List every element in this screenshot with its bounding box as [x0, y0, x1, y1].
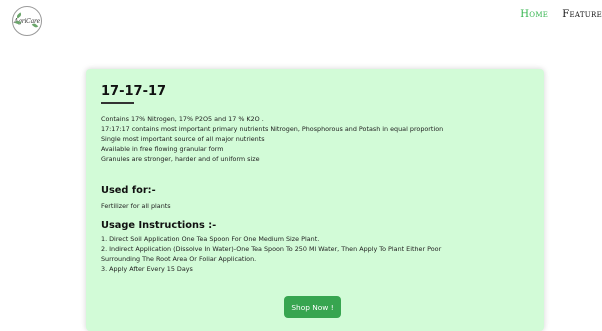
- nav-home-link[interactable]: Home: [520, 9, 548, 20]
- product-description: Contains 17% Nitrogen, 17% P2O5 and 17 %…: [101, 114, 531, 164]
- usage-instructions-heading: Usage Instructions :-: [101, 220, 217, 231]
- description-line: 17:17:17 contains most important primary…: [101, 125, 444, 133]
- main-nav: Home Feature: [506, 9, 602, 20]
- usage-line: 3. Apply After Every 15 Days: [101, 265, 193, 273]
- description-line: Single most important source of all majo…: [101, 135, 265, 143]
- usage-line: 2. Indirect Application (Dissolve In Wat…: [101, 245, 442, 253]
- product-details: 17-17-17 Contains 17% Nitrogen, 17% P2O5…: [101, 84, 531, 274]
- used-for-heading: Used for:-: [101, 185, 156, 196]
- title-underline: [101, 102, 134, 104]
- description-line: Contains 17% Nitrogen, 17% P2O5 and 17 %…: [101, 115, 264, 123]
- product-title: 17-17-17: [101, 84, 167, 99]
- nav-feature-link[interactable]: Feature: [562, 9, 602, 20]
- usage-line: 1. Direct Soil Application One Tea Spoon…: [101, 235, 320, 243]
- usage-line: Surrounding The Root Area Or Foliar Appl…: [101, 255, 257, 263]
- description-line: Available in free flowing granular form: [101, 145, 224, 153]
- used-for-text: Fertilizer for all plants: [101, 202, 171, 210]
- usage-instructions-list: 1. Direct Soil Application One Tea Spoon…: [101, 234, 531, 274]
- description-line: Granules are stronger, harder and of uni…: [101, 155, 260, 163]
- agricare-logo[interactable]: AgriCare: [12, 6, 42, 36]
- product-card: 17-17-17 Contains 17% Nitrogen, 17% P2O5…: [86, 69, 544, 331]
- top-bar: AgriCare Home Feature: [0, 0, 602, 36]
- shop-now-button[interactable]: Shop Now !: [284, 296, 341, 318]
